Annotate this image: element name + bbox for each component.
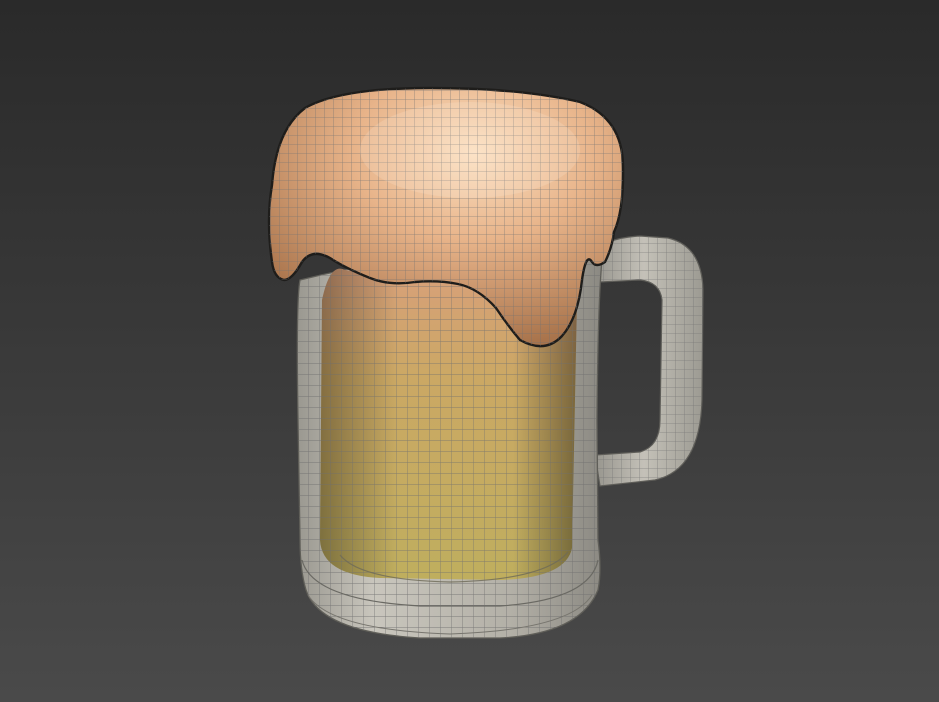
- 3d-viewport[interactable]: [0, 0, 939, 702]
- mug-handle: [584, 235, 704, 487]
- mug-render: [267, 86, 704, 639]
